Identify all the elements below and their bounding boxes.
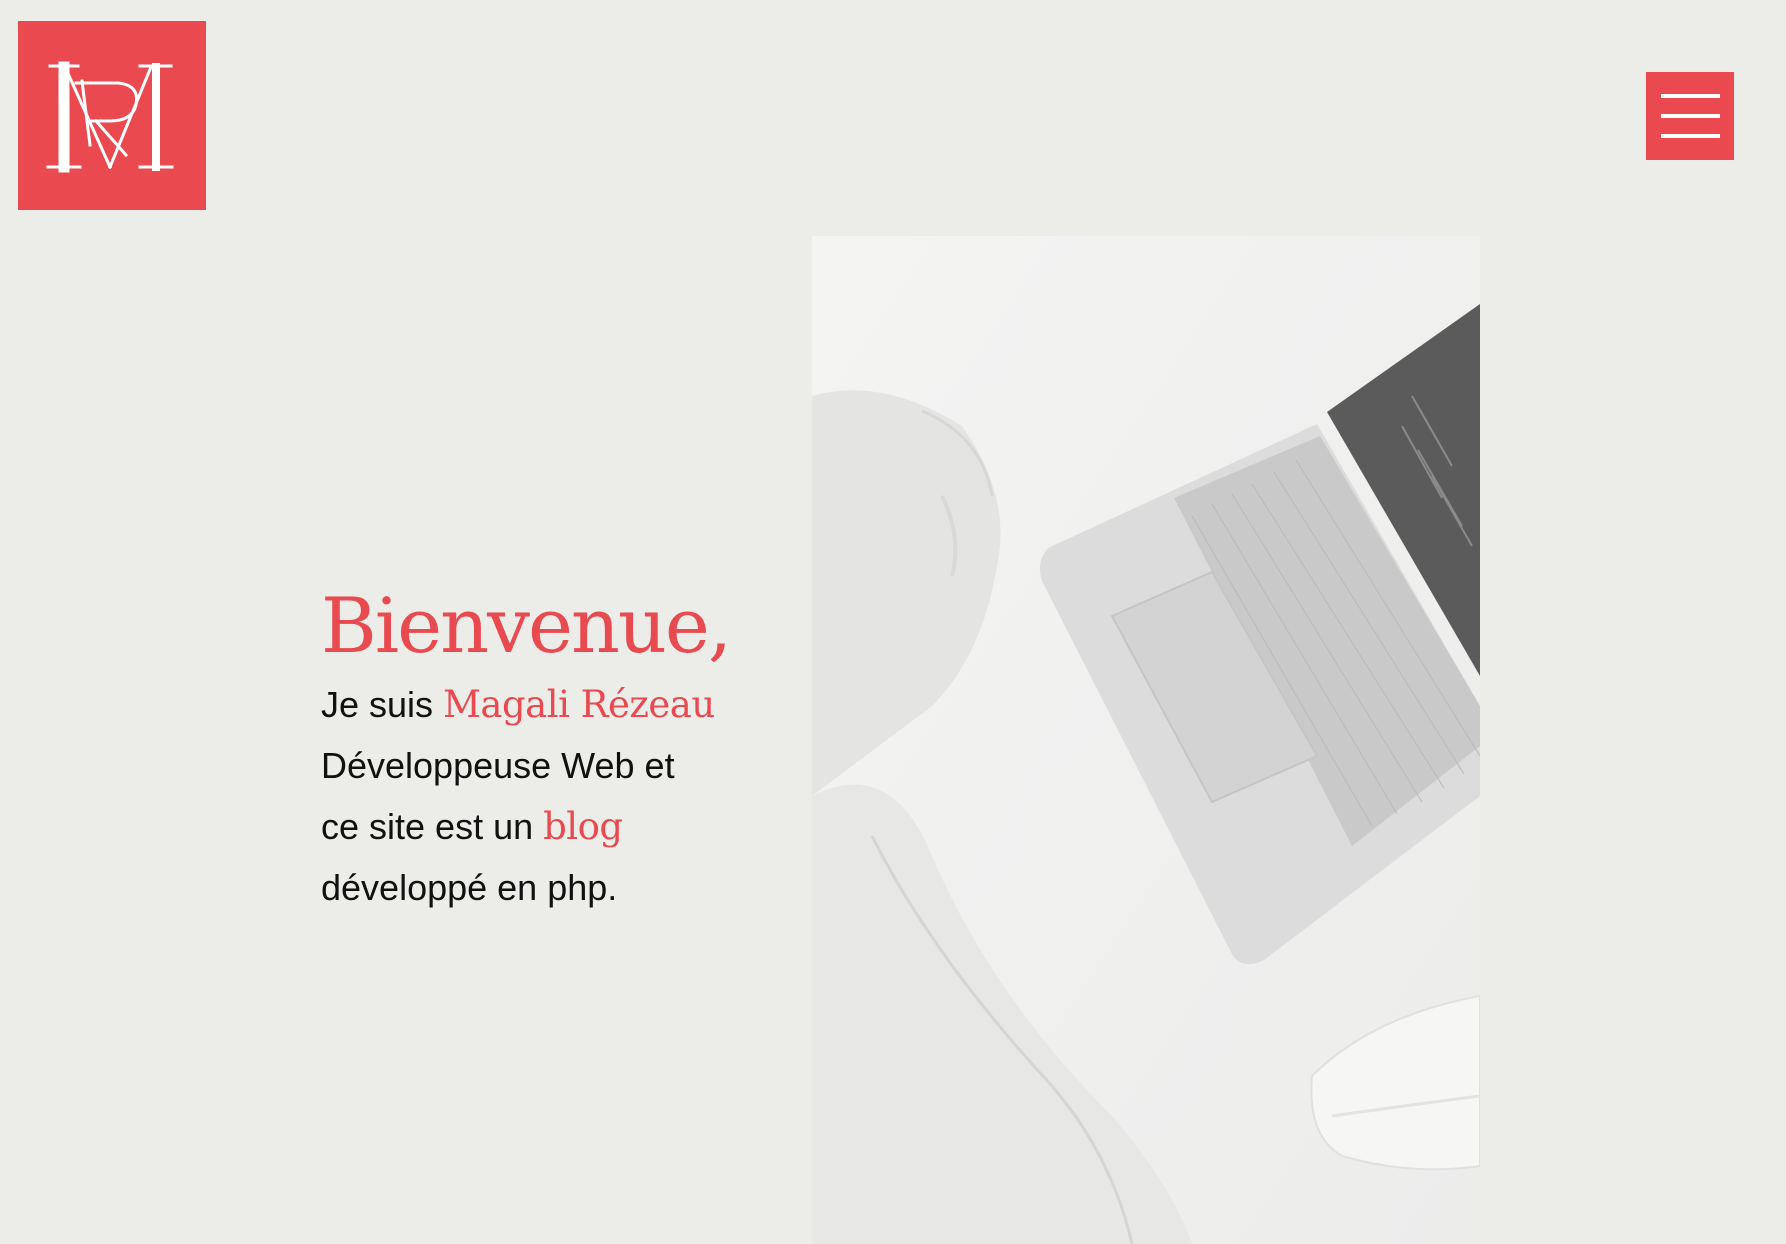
intro-line-4: développé en php.	[321, 867, 618, 908]
intro-line-3: ce site est un blog	[321, 796, 741, 857]
intro-line-2: Développeuse Web et	[321, 745, 675, 786]
welcome-title: Bienvenue,	[321, 581, 732, 670]
hero-photo	[812, 236, 1480, 1244]
site-logo[interactable]	[18, 21, 206, 210]
author-name: Magali Rézeau	[443, 683, 715, 726]
intro-prefix: Je suis	[321, 684, 444, 725]
intro-line-1: Je suis Magali Rézeau	[321, 674, 741, 735]
intro-section: Bienvenue, Je suis Magali Rézeau Dévelop…	[321, 578, 741, 918]
menu-button[interactable]	[1646, 72, 1734, 160]
intro-blog-prefix: ce site est un	[321, 806, 544, 847]
hamburger-icon	[1661, 94, 1720, 98]
hamburger-icon-bar	[1661, 134, 1720, 138]
monogram-logo-icon	[18, 21, 206, 210]
blog-link[interactable]: blog	[543, 805, 623, 848]
laptop-photo-illustration	[812, 236, 1480, 1244]
hamburger-icon-bar	[1661, 114, 1720, 118]
